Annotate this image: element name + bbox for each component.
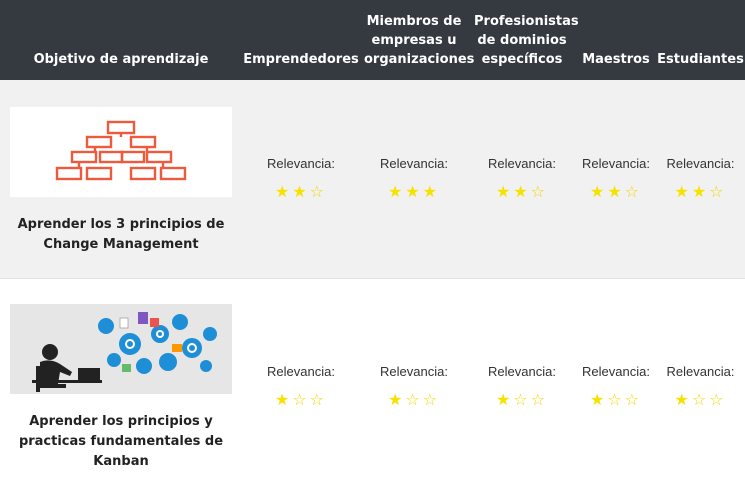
relevance-label: Relevancia: xyxy=(380,364,448,380)
star-empty-icon: ☆ xyxy=(513,390,531,410)
star-filled-icon: ★ xyxy=(589,182,608,202)
relevance-label: Relevancia: xyxy=(666,364,735,380)
rating-cell: Relevancia: ★☆☆ xyxy=(468,278,576,495)
person-at-computer-with-gears-icon xyxy=(10,303,232,394)
rating-cell: Relevancia: ★☆☆ xyxy=(242,278,360,495)
star-empty-icon: ☆ xyxy=(709,182,727,202)
star-filled-icon: ★ xyxy=(495,182,514,202)
kanban-image xyxy=(10,303,232,394)
star-rating: ★★★ xyxy=(360,183,468,201)
star-filled-icon: ★ xyxy=(405,182,423,202)
relevance-label: Relevancia: xyxy=(267,364,335,380)
star-empty-icon: ☆ xyxy=(624,182,643,202)
header-teachers: Maestros xyxy=(582,52,650,67)
star-empty-icon: ☆ xyxy=(309,390,328,410)
relevance-label: Relevancia: xyxy=(267,156,335,172)
header-students: Estudiantes xyxy=(657,52,744,67)
header-organization-members: Miembros de empresas u organizaciones xyxy=(364,14,475,67)
relevance-label: Relevancia: xyxy=(488,364,556,380)
rating-cell: Relevancia: ★★☆ xyxy=(468,80,576,279)
header-learning-goal: Objetivo de aprendizaje xyxy=(33,52,209,67)
star-rating: ★★☆ xyxy=(576,183,656,201)
star-rating: ★☆☆ xyxy=(656,391,745,409)
goal-cell: Aprender los principios y practicas fund… xyxy=(0,278,242,495)
star-filled-icon: ★ xyxy=(674,182,692,202)
rating-cell: Relevancia: ★★★ xyxy=(360,80,468,279)
goal-title: Aprender los 3 principios de Change Mana… xyxy=(17,217,225,252)
relevance-table: Objetivo de aprendizaje Emprendedores Mi… xyxy=(0,0,745,495)
star-filled-icon: ★ xyxy=(274,182,293,202)
relevance-label: Relevancia: xyxy=(582,156,650,172)
star-filled-icon: ★ xyxy=(387,182,406,202)
star-empty-icon: ☆ xyxy=(530,390,549,410)
rating-cell: Relevancia: ★☆☆ xyxy=(576,278,656,495)
star-filled-icon: ★ xyxy=(589,390,608,410)
star-empty-icon: ☆ xyxy=(691,390,710,410)
goal-title: Aprender los principios y practicas fund… xyxy=(18,413,224,469)
star-filled-icon: ★ xyxy=(274,390,293,410)
star-filled-icon: ★ xyxy=(691,182,710,202)
rating-cell: Relevancia: ★★☆ xyxy=(576,80,656,279)
table-row: Aprender los 3 principios de Change Mana… xyxy=(0,80,745,279)
star-filled-icon: ★ xyxy=(495,390,514,410)
star-rating: ★★☆ xyxy=(242,183,360,201)
change-management-image xyxy=(10,107,232,197)
header-entrepreneurs: Emprendedores xyxy=(243,52,359,67)
header-domain-professionals: Profesionistas de dominios específicos xyxy=(474,14,579,67)
star-filled-icon: ★ xyxy=(387,390,406,410)
rating-cell: Relevancia: ★☆☆ xyxy=(360,278,468,495)
rating-cell: Relevancia: ★★☆ xyxy=(656,80,745,279)
star-filled-icon: ★ xyxy=(674,390,692,410)
relevance-label: Relevancia: xyxy=(380,156,448,172)
star-rating: ★☆☆ xyxy=(360,391,468,409)
goal-cell: Aprender los 3 principios de Change Mana… xyxy=(0,80,242,279)
star-filled-icon: ★ xyxy=(513,182,531,202)
rating-cell: Relevancia: ★☆☆ xyxy=(656,278,745,495)
star-rating: ★☆☆ xyxy=(242,391,360,409)
star-rating: ★☆☆ xyxy=(576,391,656,409)
table-header-row: Objetivo de aprendizaje Emprendedores Mi… xyxy=(0,0,745,80)
org-chart-icon xyxy=(55,120,187,181)
star-empty-icon: ☆ xyxy=(292,390,310,410)
star-empty-icon: ☆ xyxy=(624,390,643,410)
table-row: Aprender los principios y practicas fund… xyxy=(0,278,745,495)
star-filled-icon: ★ xyxy=(607,182,625,202)
star-empty-icon: ☆ xyxy=(309,182,328,202)
star-empty-icon: ☆ xyxy=(607,390,625,410)
rating-cell: Relevancia: ★★☆ xyxy=(242,80,360,279)
star-filled-icon: ★ xyxy=(422,182,441,202)
star-empty-icon: ☆ xyxy=(530,182,549,202)
star-empty-icon: ☆ xyxy=(709,390,727,410)
star-rating: ★☆☆ xyxy=(468,391,576,409)
star-filled-icon: ★ xyxy=(292,182,310,202)
relevance-label: Relevancia: xyxy=(666,156,735,172)
star-rating: ★★☆ xyxy=(656,183,745,201)
star-rating: ★★☆ xyxy=(468,183,576,201)
relevance-label: Relevancia: xyxy=(582,364,650,380)
star-empty-icon: ☆ xyxy=(405,390,423,410)
star-empty-icon: ☆ xyxy=(422,390,441,410)
relevance-label: Relevancia: xyxy=(488,156,556,172)
